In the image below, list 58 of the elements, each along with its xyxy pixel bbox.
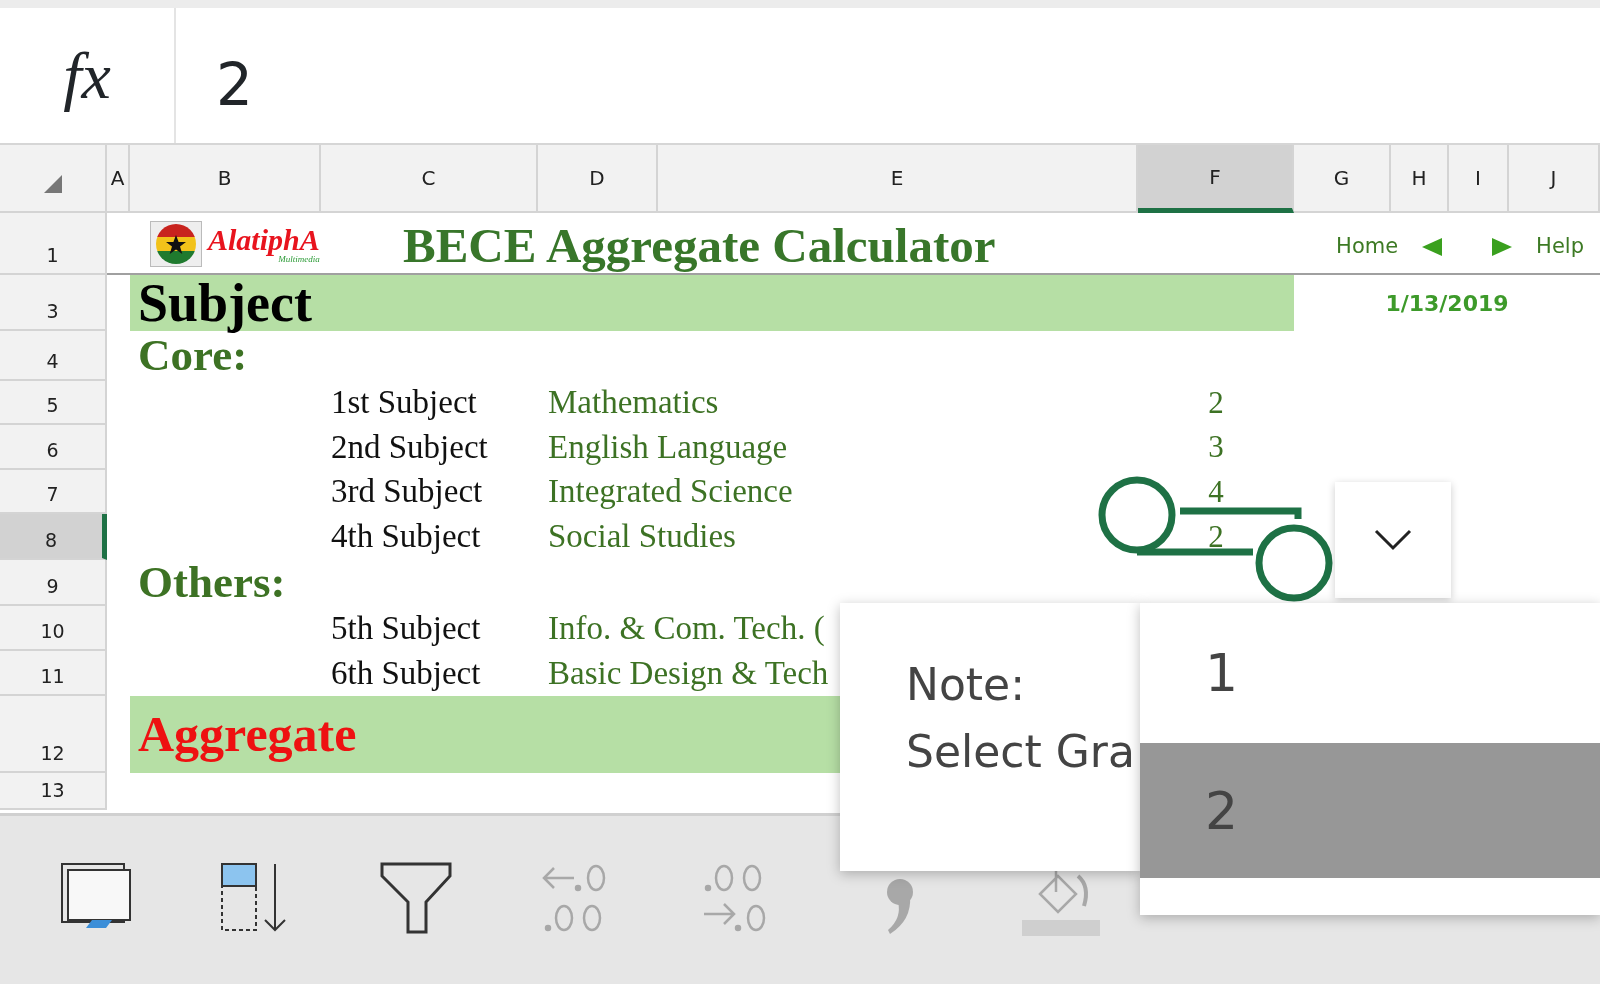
column-header[interactable]: A [107, 145, 130, 213]
column-header[interactable]: F [1138, 145, 1294, 213]
subject-name: Basic Design & Tech [547, 653, 829, 693]
row-header[interactable]: 7 [0, 470, 107, 514]
subject-label: 1st Subject [330, 383, 477, 423]
selection-handle[interactable] [1098, 476, 1176, 554]
select-all-icon[interactable] [43, 175, 62, 193]
column-header[interactable]: J [1509, 145, 1600, 213]
subject-label: 5th Subject [330, 608, 481, 648]
row-header[interactable]: 4 [0, 331, 107, 381]
row-header[interactable]: 6 [0, 425, 107, 470]
grade-value[interactable]: 3 [1138, 425, 1294, 470]
dropdown-option[interactable]: 1 [1140, 603, 1600, 743]
subject-name: Integrated Science [547, 472, 793, 512]
formula-value[interactable]: 2 [216, 56, 253, 114]
previous-icon[interactable] [1422, 238, 1443, 256]
column-header[interactable]: E [658, 145, 1138, 213]
logo-icon [150, 221, 202, 267]
column-header[interactable]: G [1294, 145, 1391, 213]
row-header[interactable]: 8 [0, 514, 107, 560]
row-header[interactable]: 3 [0, 275, 107, 331]
next-icon[interactable] [1492, 238, 1513, 256]
selection-handle[interactable] [1255, 524, 1333, 602]
section-heading: Subject [130, 275, 1294, 331]
page-title: BECE Aggregate Calculator [402, 217, 996, 275]
subject-label: 4th Subject [330, 517, 481, 557]
column-header[interactable]: C [321, 145, 538, 213]
row-header[interactable]: 12 [0, 696, 107, 773]
column-header[interactable]: H [1391, 145, 1449, 213]
subject-label: 3rd Subject [330, 472, 483, 512]
column-header[interactable]: B [130, 145, 321, 213]
subject-name: Mathematics [547, 383, 719, 423]
chevron-down-icon [1374, 529, 1412, 551]
row-header[interactable]: 13 [0, 773, 107, 810]
subject-name: English Language [547, 427, 788, 467]
fill-down-icon[interactable] [221, 863, 286, 932]
column-header[interactable]: I [1449, 145, 1509, 213]
column-header[interactable]: D [538, 145, 658, 213]
filter-icon[interactable] [380, 862, 452, 934]
row-header[interactable]: 1 [0, 213, 107, 275]
row-header[interactable]: 10 [0, 606, 107, 651]
row-header[interactable]: 5 [0, 381, 107, 425]
grade-value[interactable]: 4 [1138, 470, 1294, 514]
grade-value[interactable]: 2 [1138, 381, 1294, 425]
subject-label: 2nd Subject [330, 427, 488, 467]
grade-value[interactable]: 2 [1138, 514, 1294, 560]
brand-name: AlatiphA [208, 224, 320, 255]
help-link[interactable]: Help [1536, 231, 1584, 263]
row-header[interactable]: 9 [0, 560, 107, 606]
date-text: 1/13/2019 [1384, 289, 1510, 318]
home-link[interactable]: Home [1336, 231, 1399, 263]
window-icon[interactable] [61, 863, 131, 928]
subject-name: Info. & Com. Tech. ( [547, 608, 825, 648]
subject-label: 6th Subject [330, 653, 481, 693]
brand-tagline: Multimedia [278, 254, 320, 264]
group-heading: Others: [137, 560, 286, 606]
subject-name: Social Studies [547, 517, 736, 557]
row-header[interactable]: 11 [0, 651, 107, 696]
